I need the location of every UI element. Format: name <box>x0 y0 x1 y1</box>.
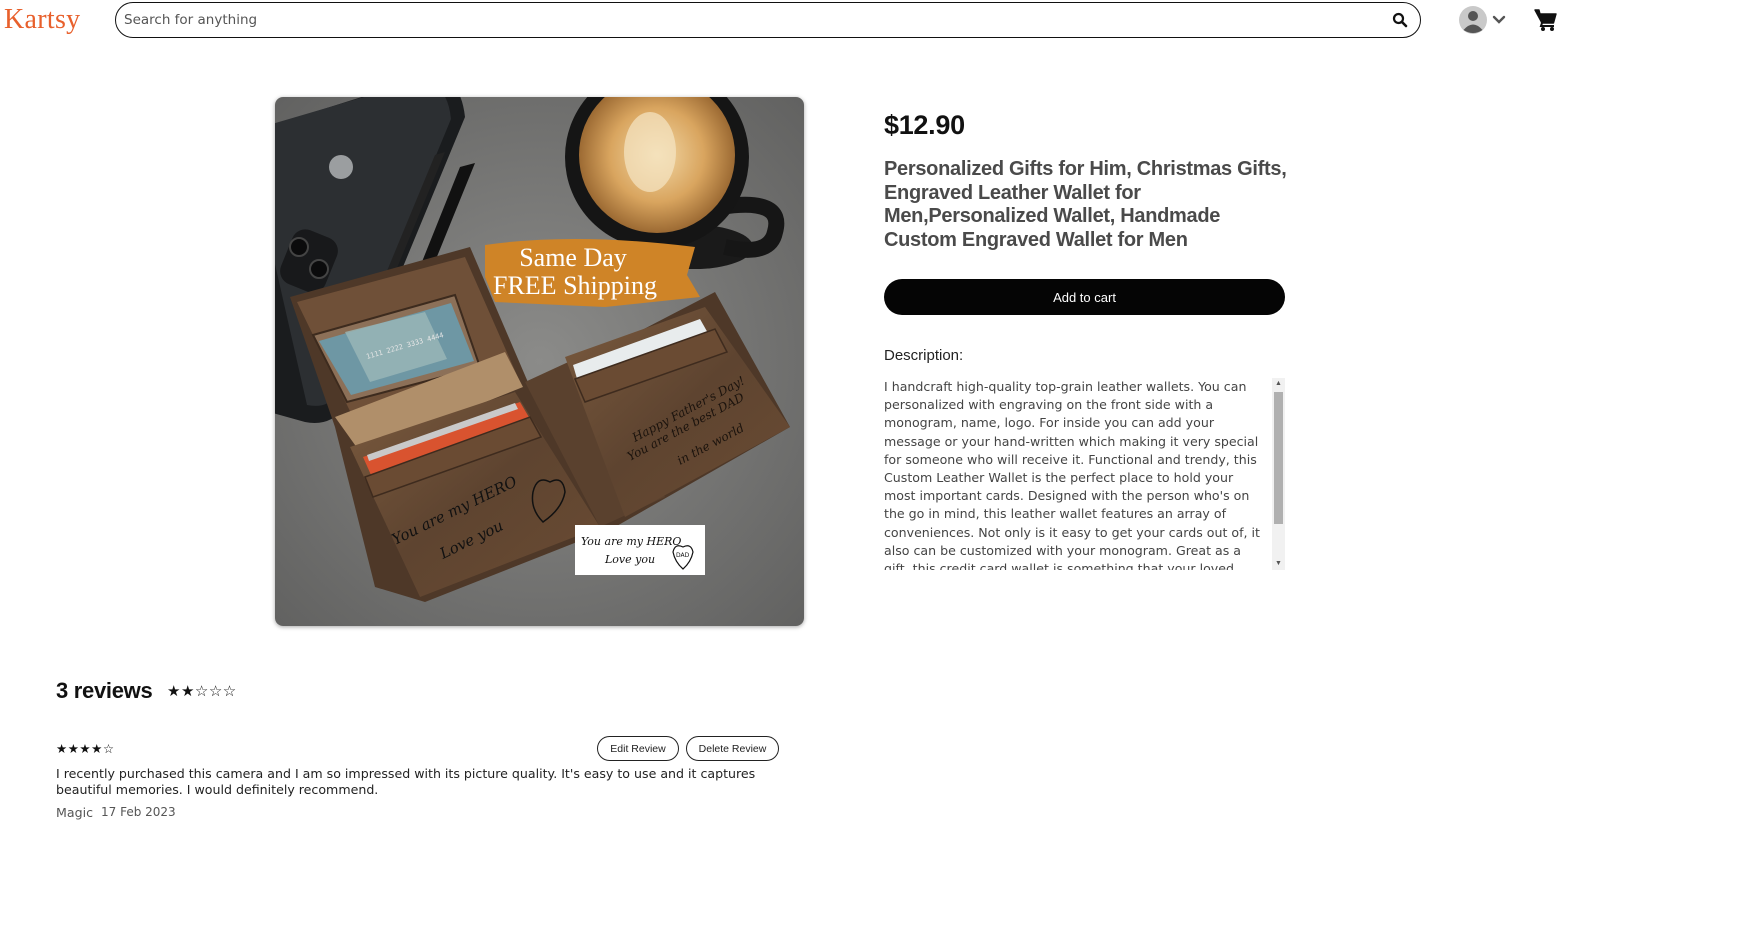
description-text: I handcraft high-quality top-grain leath… <box>884 379 1260 570</box>
review-date: 17 Feb 2023 <box>101 805 176 819</box>
scroll-down-arrow-icon[interactable]: ▼ <box>1272 558 1285 570</box>
edit-review-button[interactable]: Edit Review <box>597 736 679 761</box>
cart-icon[interactable] <box>1534 8 1558 32</box>
search-bar <box>115 2 1421 38</box>
description-label: Description: <box>884 347 964 364</box>
average-rating-stars: ★★☆☆☆ <box>167 682 237 700</box>
chevron-down-icon <box>1492 15 1506 24</box>
shipping-banner: Same Day FREE Shipping <box>485 238 700 307</box>
product-image: Same Day FREE Shipping 1111 2222 3333 44… <box>275 97 804 626</box>
banner-line-1: Same Day <box>519 243 627 272</box>
reviews-count: 3 reviews <box>56 678 153 703</box>
product-price: $12.90 <box>884 110 965 140</box>
scroll-thumb[interactable] <box>1274 392 1283 524</box>
note-line-2: Love you <box>604 553 655 566</box>
search-icon[interactable] <box>1392 12 1408 28</box>
note-heart-text: DAD <box>676 552 690 559</box>
add-to-cart-button[interactable]: Add to cart <box>884 279 1285 315</box>
review-stars: ★★★★☆ <box>56 741 115 756</box>
user-avatar-icon <box>1459 6 1487 34</box>
handwriting-note: You are my HERO Love you DAD <box>575 525 705 575</box>
review-author: Magic <box>56 805 94 820</box>
scroll-up-arrow-icon[interactable]: ▲ <box>1272 378 1285 390</box>
banner-line-2: FREE Shipping <box>493 271 657 300</box>
review-text: I recently purchased this camera and I a… <box>56 766 756 797</box>
product-title: Personalized Gifts for Him, Christmas Gi… <box>884 158 1287 251</box>
description-scrollbar[interactable]: ▲ ▼ <box>1272 378 1285 570</box>
delete-review-button[interactable]: Delete Review <box>686 736 779 761</box>
site-logo[interactable]: Kartsy <box>4 4 80 36</box>
description-box[interactable]: I handcraft high-quality top-grain leath… <box>884 378 1285 570</box>
user-menu[interactable] <box>1459 5 1509 35</box>
search-input[interactable] <box>124 3 1364 37</box>
note-line-1: You are my HERO <box>581 535 681 548</box>
